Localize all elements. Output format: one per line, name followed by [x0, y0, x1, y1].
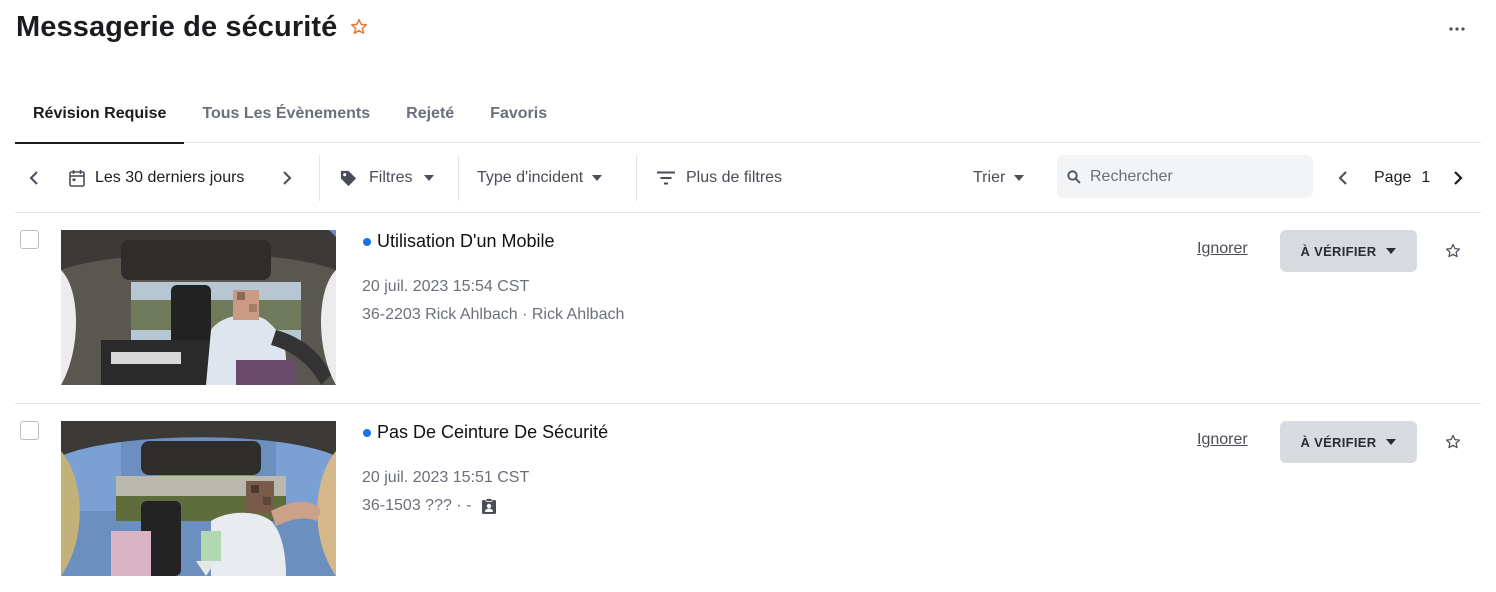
status-label: À VÉRIFIER — [1300, 434, 1377, 450]
row-checkbox[interactable] — [20, 421, 39, 440]
caret-down-icon — [1386, 248, 1397, 254]
favorite-star-button[interactable] — [1444, 433, 1462, 451]
toolbar-divider — [636, 155, 637, 201]
page-label: Page — [1374, 169, 1412, 186]
tab-tous-les-evenements[interactable]: Tous Les Évènements — [184, 84, 388, 143]
event-title-text: Utilisation D'un Mobile — [377, 231, 555, 251]
event-title[interactable]: Utilisation D'un Mobile — [363, 231, 555, 252]
event-row[interactable]: Pas De Ceinture De Sécurité 20 juil. 202… — [15, 404, 1481, 592]
favorite-star-icon[interactable] — [349, 17, 369, 37]
page-header: Messagerie de sécurité — [16, 8, 369, 46]
more-horizontal-icon — [1449, 27, 1465, 31]
search-box[interactable] — [1057, 155, 1313, 198]
search-input[interactable] — [1090, 167, 1290, 186]
toolbar-divider — [458, 155, 459, 201]
favorite-star-button[interactable] — [1444, 242, 1462, 260]
toolbar-divider — [319, 155, 320, 201]
sort-label: Trier — [973, 169, 1006, 186]
filters-dropdown[interactable]: Filtres — [339, 143, 434, 213]
star-outline-icon — [1445, 243, 1461, 258]
pagination: Page 1 — [1374, 143, 1430, 213]
more-filters-label: Plus de filtres — [686, 169, 783, 186]
tab-label: Tous Les Évènements — [202, 104, 371, 122]
incident-type-label: Type d'incident — [477, 169, 584, 186]
chevron-left-icon — [29, 171, 38, 185]
event-date: 20 juil. 2023 15:51 CST — [362, 469, 530, 486]
tab-label: Révision Requise — [33, 104, 167, 122]
ignore-link[interactable]: Ignorer — [1197, 431, 1248, 449]
filter-list-icon — [657, 171, 675, 185]
tab-favoris[interactable]: Favoris — [472, 84, 565, 143]
caret-down-icon — [592, 175, 603, 181]
filter-toolbar: Les 30 derniers jours Filtres Type d'inc… — [15, 143, 1481, 213]
status-label: À VÉRIFIER — [1300, 243, 1377, 259]
unread-indicator — [363, 428, 371, 437]
date-range-picker[interactable]: Les 30 derniers jours — [69, 143, 244, 213]
chevron-right-icon — [283, 171, 292, 185]
search-icon — [1067, 169, 1081, 184]
more-filters-button[interactable]: Plus de filtres — [657, 143, 782, 213]
date-range-label: Les 30 derniers jours — [95, 169, 245, 186]
event-date: 20 juil. 2023 15:54 CST — [362, 278, 530, 295]
event-vehicle-text: 36-1503 ??? · - — [362, 497, 472, 514]
event-title-text: Pas De Ceinture De Sécurité — [377, 422, 609, 442]
page-next-button[interactable] — [1453, 143, 1463, 213]
caret-down-icon — [1014, 175, 1025, 181]
status-dropdown-button[interactable]: À VÉRIFIER — [1280, 421, 1417, 463]
date-next-button[interactable] — [282, 143, 292, 213]
star-outline-icon — [1445, 434, 1461, 449]
event-vehicle-driver: 36-2203 Rick Ahlbach · Rick Ahlbach — [362, 306, 624, 324]
status-dropdown-button[interactable]: À VÉRIFIER — [1280, 230, 1417, 272]
event-row[interactable]: Utilisation D'un Mobile 20 juil. 2023 15… — [15, 213, 1481, 404]
event-thumbnail[interactable] — [61, 421, 336, 576]
tab-rejete[interactable]: Rejeté — [388, 84, 472, 143]
event-vehicle-text: 36-2203 Rick Ahlbach · Rick Ahlbach — [362, 306, 625, 323]
calendar-icon — [69, 170, 85, 187]
filters-label: Filtres — [369, 169, 413, 186]
chevron-right-icon — [1454, 171, 1463, 185]
page-number: 1 — [1421, 169, 1431, 186]
incident-type-dropdown[interactable]: Type d'incident — [477, 143, 603, 213]
sort-dropdown[interactable]: Trier — [973, 143, 1025, 213]
chevron-left-icon — [1338, 171, 1347, 185]
caret-down-icon — [1386, 439, 1397, 445]
caret-down-icon — [423, 175, 434, 181]
tab-bar: Révision Requise Tous Les Évènements Rej… — [15, 84, 1481, 144]
event-thumbnail[interactable] — [61, 230, 336, 385]
row-checkbox[interactable] — [20, 230, 39, 249]
tag-icon — [340, 170, 357, 186]
date-prev-button[interactable] — [29, 143, 39, 213]
more-options-button[interactable] — [1446, 18, 1468, 40]
page-title: Messagerie de sécurité — [16, 11, 338, 43]
unread-indicator — [363, 237, 371, 246]
driver-assign-icon[interactable] — [481, 497, 497, 515]
tab-label: Favoris — [490, 104, 548, 122]
page-prev-button[interactable] — [1338, 143, 1348, 213]
tab-revision-requise[interactable]: Révision Requise — [15, 84, 185, 144]
event-title[interactable]: Pas De Ceinture De Sécurité — [363, 422, 608, 443]
tab-label: Rejeté — [406, 104, 455, 122]
ignore-link[interactable]: Ignorer — [1197, 240, 1248, 258]
event-vehicle-driver: 36-1503 ??? · - — [362, 497, 497, 515]
